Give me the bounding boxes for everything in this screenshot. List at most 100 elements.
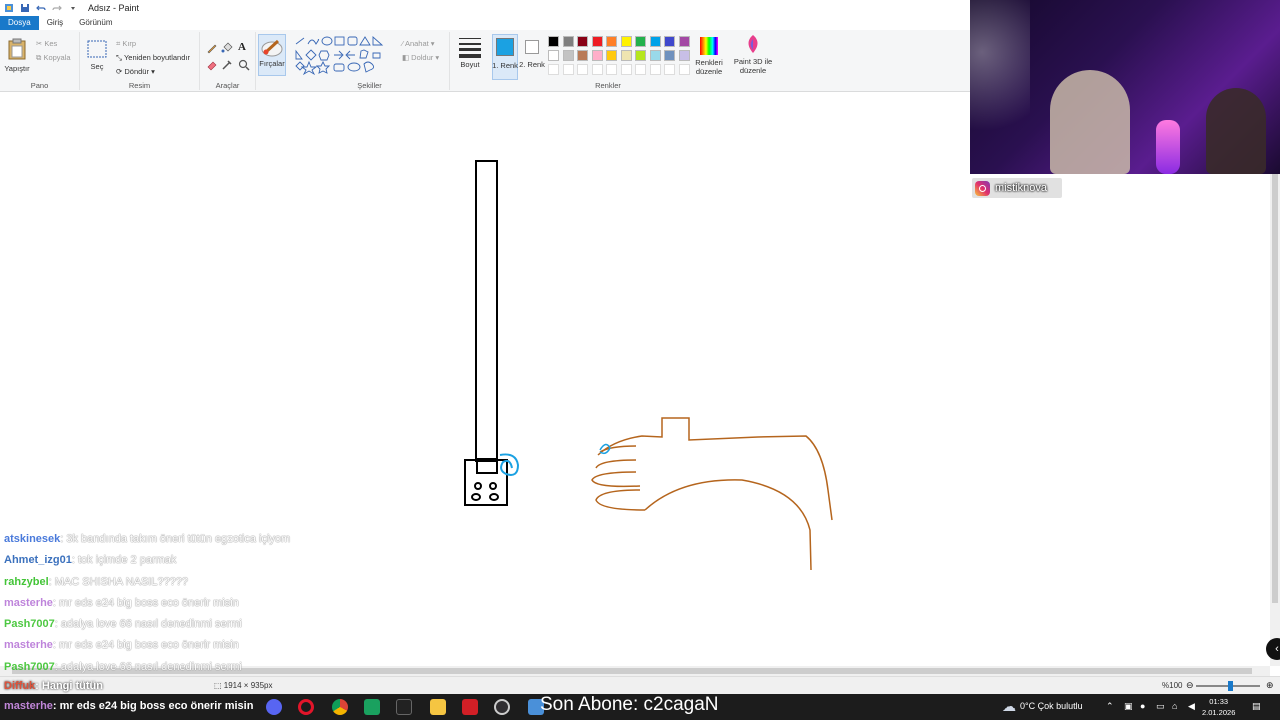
chat-message: : 3k bandında takım öneri tütün egzotica… (60, 533, 291, 545)
palette-swatch[interactable] (606, 50, 617, 61)
app-icon-red[interactable] (462, 699, 478, 715)
zoom-in-icon[interactable]: ⊕ (1266, 680, 1274, 691)
outline-button[interactable]: ⁄ Anahat ▾ (402, 39, 435, 48)
fill-bucket-icon[interactable] (221, 42, 233, 54)
palette-swatch[interactable] (649, 50, 661, 61)
palette-swatch[interactable] (635, 50, 646, 61)
palette-swatch[interactable] (664, 36, 675, 47)
tray-chevron-icon[interactable]: ⌃ (1106, 701, 1114, 712)
discord-icon[interactable] (266, 699, 282, 715)
rotate-button[interactable]: ⟳ Döndür ▾ (116, 67, 155, 76)
blue-scribble (499, 453, 520, 476)
obs-icon[interactable] (494, 699, 510, 715)
copy-button[interactable]: ⧉ Kopyala (36, 53, 71, 63)
text-tool-icon[interactable]: A (238, 41, 246, 53)
palette-swatch[interactable] (620, 50, 632, 61)
size-button[interactable]: Boyut (454, 34, 486, 76)
vertical-scroll-thumb[interactable] (1272, 103, 1278, 603)
paint3d-button[interactable]: Paint 3D ile düzenle (730, 34, 776, 78)
color-picker-icon[interactable] (221, 59, 233, 71)
color2-label: 2. Renk (519, 60, 545, 69)
network-icon[interactable]: ⌂ (1172, 701, 1177, 711)
edit-colors-button[interactable]: Renkleri düzenle (692, 34, 726, 80)
clipboard-icon (8, 38, 26, 60)
palette-swatch[interactable] (591, 36, 603, 47)
clock[interactable]: 01:33 2.01.2026 (1202, 696, 1235, 718)
shapes-group-label: Şekiller (357, 81, 382, 90)
tab-home[interactable]: Giriş (39, 16, 71, 30)
color1-button[interactable]: 1. Renk (492, 34, 518, 80)
empty-palette-swatch[interactable] (591, 64, 603, 75)
file-explorer-icon[interactable] (430, 699, 446, 715)
chat-user: Pash7007 (4, 618, 55, 631)
empty-palette-swatch[interactable] (649, 64, 661, 75)
empty-palette-swatch[interactable] (620, 64, 632, 75)
rotate-label: Döndür (124, 67, 149, 76)
palette-swatch[interactable] (562, 36, 574, 47)
palette-swatch[interactable] (678, 50, 690, 61)
zoom-slider-thumb[interactable] (1228, 681, 1233, 691)
empty-palette-swatch[interactable] (548, 64, 559, 75)
clipboard-group-label: Pano (30, 81, 49, 90)
crop-button[interactable]: ⌗ Kırp (116, 39, 136, 49)
palette-swatch[interactable] (620, 36, 632, 47)
palette-swatch[interactable] (577, 50, 588, 61)
empty-palette-swatch[interactable] (562, 64, 574, 75)
opera-icon[interactable] (298, 699, 314, 715)
save-icon[interactable] (20, 3, 30, 13)
notification-icon[interactable]: ▤ (1252, 701, 1261, 712)
resize-label: Yeniden boyutlandır (123, 53, 190, 62)
palette-swatch[interactable] (664, 50, 675, 61)
paste-button[interactable]: Yapıştır (4, 36, 30, 76)
palette-swatch[interactable] (548, 36, 559, 47)
microphone-icon[interactable]: ● (1140, 701, 1145, 711)
instagram-handle: mistiknova (995, 182, 1047, 194)
vertical-scrollbar[interactable] (1270, 93, 1280, 666)
cut-button[interactable]: ✂ Kes (36, 39, 57, 48)
fill-button[interactable]: ◧ Doldur ▾ (402, 53, 439, 62)
shapes-gallery[interactable] (294, 36, 394, 78)
empty-palette-swatch[interactable] (678, 64, 690, 75)
tray-app-icon[interactable]: ▣ (1124, 701, 1133, 712)
zoom-out-icon[interactable]: ⊖ (1186, 680, 1194, 691)
select-rectangle-icon (87, 40, 107, 58)
display-icon[interactable]: ▭ (1156, 701, 1165, 712)
app-icon-green[interactable] (364, 699, 380, 715)
empty-palette-swatch[interactable] (635, 64, 646, 75)
empty-palette-swatch[interactable] (664, 64, 675, 75)
palette-swatch[interactable] (548, 50, 559, 61)
tab-view[interactable]: Görünüm (71, 16, 120, 30)
color2-button[interactable]: 2. Renk (519, 34, 546, 80)
clock-date: 2.01.2026 (1202, 708, 1236, 717)
chrome-icon[interactable] (332, 699, 348, 715)
pencil-icon[interactable] (206, 42, 218, 54)
capcut-icon[interactable] (396, 699, 412, 715)
palette-swatch[interactable] (562, 50, 574, 61)
palette-swatch[interactable] (678, 36, 690, 47)
chat-user: masterhe (4, 596, 53, 609)
paint3d-icon (748, 35, 758, 53)
customize-toolbar-icon[interactable] (68, 3, 78, 13)
tab-file[interactable]: Dosya (0, 16, 39, 30)
resize-button[interactable]: ⤡ Yeniden boyutlandır (116, 53, 190, 63)
chat-line: masterhe: mr eds e24 big boss eco önerir… (4, 594, 404, 615)
palette-swatch[interactable] (606, 36, 617, 47)
volume-icon[interactable]: ◀ (1188, 701, 1195, 712)
undo-icon[interactable] (36, 3, 46, 13)
paint3d-label: Paint 3D ile düzenle (733, 57, 773, 75)
eraser-icon[interactable] (206, 59, 218, 71)
canvas-size: ⬚ 1914 × 935px (214, 681, 273, 690)
palette-swatch[interactable] (649, 36, 661, 47)
palette-swatch[interactable] (635, 36, 646, 47)
chat-message: : tok içimde 2 parmak (71, 554, 177, 567)
redo-icon[interactable] (52, 3, 62, 13)
magnifier-icon[interactable] (238, 59, 250, 71)
select-button[interactable]: Seç (84, 36, 110, 76)
empty-palette-swatch[interactable] (577, 64, 588, 75)
palette-swatch[interactable] (577, 36, 588, 47)
empty-palette-swatch[interactable] (606, 64, 617, 75)
palette-swatch[interactable] (591, 50, 603, 61)
chat-message: : mr eds e24 big boss eco önerir misin (52, 639, 239, 652)
colors-group-label: Renkler (595, 81, 621, 90)
brushes-button[interactable]: Fırçalar (258, 34, 286, 76)
